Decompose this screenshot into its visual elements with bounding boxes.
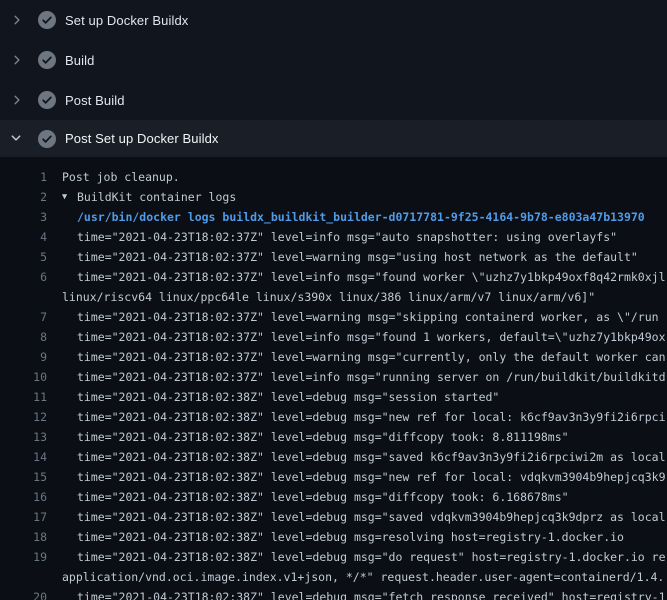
line-number[interactable]: 18 bbox=[0, 530, 47, 544]
line-number[interactable]: 19 bbox=[0, 550, 47, 564]
line-number[interactable]: 15 bbox=[0, 470, 47, 484]
log-text: time="2021-04-23T18:02:38Z" level=debug … bbox=[77, 510, 666, 524]
line-number[interactable]: 12 bbox=[0, 410, 47, 424]
log-text: time="2021-04-23T18:02:38Z" level=debug … bbox=[77, 470, 666, 484]
log-text: time="2021-04-23T18:02:38Z" level=debug … bbox=[77, 430, 569, 444]
step-list: Set up Docker Buildx Build Post Build bbox=[0, 0, 667, 157]
step-label: Post Build bbox=[65, 93, 125, 108]
line-number[interactable]: 16 bbox=[0, 490, 47, 504]
check-circle-icon bbox=[38, 130, 56, 148]
log-text: time="2021-04-23T18:02:38Z" level=debug … bbox=[77, 530, 624, 544]
log-line: 6 time="2021-04-23T18:02:37Z" level=info… bbox=[0, 267, 667, 287]
line-number[interactable]: 9 bbox=[0, 350, 47, 364]
log-text: time="2021-04-23T18:02:38Z" level=debug … bbox=[77, 550, 666, 564]
log-line: 7 time="2021-04-23T18:02:37Z" level=warn… bbox=[0, 307, 667, 327]
log-console[interactable]: 1 Post job cleanup. 2 ▼ BuildKit contain… bbox=[0, 157, 667, 600]
collapse-triangle-icon[interactable]: ▼ bbox=[62, 192, 77, 202]
log-line: 12 time="2021-04-23T18:02:38Z" level=deb… bbox=[0, 407, 667, 427]
line-number[interactable]: 7 bbox=[0, 310, 47, 324]
line-number[interactable]: 17 bbox=[0, 510, 47, 524]
log-line: 19 time="2021-04-23T18:02:38Z" level=deb… bbox=[0, 547, 667, 567]
log-text: BuildKit container logs bbox=[77, 190, 236, 204]
log-line: 17 time="2021-04-23T18:02:38Z" level=deb… bbox=[0, 507, 667, 527]
line-number[interactable]: 14 bbox=[0, 450, 47, 464]
log-text: time="2021-04-23T18:02:37Z" level=warnin… bbox=[77, 310, 659, 324]
line-number[interactable]: 1 bbox=[0, 170, 47, 184]
log-line: 9 time="2021-04-23T18:02:37Z" level=warn… bbox=[0, 347, 667, 367]
line-number[interactable]: 11 bbox=[0, 390, 47, 404]
log-text: time="2021-04-23T18:02:38Z" level=debug … bbox=[77, 590, 666, 600]
log-line: 14 time="2021-04-23T18:02:38Z" level=deb… bbox=[0, 447, 667, 467]
log-line: 4 time="2021-04-23T18:02:37Z" level=info… bbox=[0, 227, 667, 247]
log-line: 16 time="2021-04-23T18:02:38Z" level=deb… bbox=[0, 487, 667, 507]
log-line: 2 ▼ BuildKit container logs bbox=[0, 187, 667, 207]
check-circle-icon bbox=[38, 91, 56, 109]
log-text: time="2021-04-23T18:02:37Z" level=info m… bbox=[77, 270, 666, 284]
check-circle-icon bbox=[38, 11, 56, 29]
line-number[interactable]: 5 bbox=[0, 250, 47, 264]
log-text: time="2021-04-23T18:02:38Z" level=debug … bbox=[77, 390, 499, 404]
step-row-post-set-up-docker-buildx[interactable]: Post Set up Docker Buildx bbox=[0, 120, 667, 157]
log-text: application/vnd.oci.image.index.v1+json,… bbox=[62, 570, 664, 584]
step-label: Build bbox=[65, 53, 94, 68]
log-text: time="2021-04-23T18:02:38Z" level=debug … bbox=[77, 410, 666, 424]
log-line-command: 3 /usr/bin/docker logs buildx_buildkit_b… bbox=[0, 207, 667, 227]
log-line: 15 time="2021-04-23T18:02:38Z" level=deb… bbox=[0, 467, 667, 487]
log-line: 8 time="2021-04-23T18:02:37Z" level=info… bbox=[0, 327, 667, 347]
line-number[interactable]: 4 bbox=[0, 230, 47, 244]
chevron-down-icon bbox=[10, 132, 24, 146]
log-text: time="2021-04-23T18:02:37Z" level=info m… bbox=[77, 230, 617, 244]
step-label: Set up Docker Buildx bbox=[65, 13, 188, 28]
line-number[interactable]: 10 bbox=[0, 370, 47, 384]
log-line: 13 time="2021-04-23T18:02:38Z" level=deb… bbox=[0, 427, 667, 447]
log-text: time="2021-04-23T18:02:37Z" level=info m… bbox=[77, 370, 666, 384]
step-row-build[interactable]: Build bbox=[0, 40, 667, 80]
log-line: application/vnd.oci.image.index.v1+json,… bbox=[0, 567, 667, 587]
log-text: time="2021-04-23T18:02:38Z" level=debug … bbox=[77, 450, 666, 464]
line-number[interactable]: 8 bbox=[0, 330, 47, 344]
log-text: time="2021-04-23T18:02:37Z" level=warnin… bbox=[77, 250, 638, 264]
check-circle-icon bbox=[38, 51, 56, 69]
log-line: linux/riscv64 linux/ppc64le linux/s390x … bbox=[0, 287, 667, 307]
step-row-set-up-docker-buildx[interactable]: Set up Docker Buildx bbox=[0, 0, 667, 40]
log-line: 10 time="2021-04-23T18:02:37Z" level=inf… bbox=[0, 367, 667, 387]
log-text: time="2021-04-23T18:02:38Z" level=debug … bbox=[77, 490, 569, 504]
log-text: Post job cleanup. bbox=[62, 170, 180, 184]
log-text: time="2021-04-23T18:02:37Z" level=info m… bbox=[77, 330, 666, 344]
log-line: 18 time="2021-04-23T18:02:38Z" level=deb… bbox=[0, 527, 667, 547]
step-label: Post Set up Docker Buildx bbox=[65, 131, 219, 146]
line-number[interactable]: 2 bbox=[0, 190, 47, 204]
log-line: 5 time="2021-04-23T18:02:37Z" level=warn… bbox=[0, 247, 667, 267]
chevron-right-icon bbox=[10, 93, 24, 107]
log-text: linux/riscv64 linux/ppc64le linux/s390x … bbox=[62, 290, 595, 304]
chevron-right-icon bbox=[10, 53, 24, 67]
line-number[interactable]: 20 bbox=[0, 590, 47, 600]
line-number[interactable]: 13 bbox=[0, 430, 47, 444]
log-text: time="2021-04-23T18:02:37Z" level=warnin… bbox=[77, 350, 666, 364]
step-row-post-build[interactable]: Post Build bbox=[0, 80, 667, 120]
log-line: 1 Post job cleanup. bbox=[0, 167, 667, 187]
log-line: 20 time="2021-04-23T18:02:38Z" level=deb… bbox=[0, 587, 667, 600]
log-command-text: /usr/bin/docker logs buildx_buildkit_bui… bbox=[77, 210, 645, 224]
chevron-right-icon bbox=[10, 13, 24, 27]
log-line: 11 time="2021-04-23T18:02:38Z" level=deb… bbox=[0, 387, 667, 407]
actions-log-viewer: Set up Docker Buildx Build Post Build bbox=[0, 0, 667, 600]
line-number[interactable]: 6 bbox=[0, 270, 47, 284]
line-number[interactable]: 3 bbox=[0, 210, 47, 224]
